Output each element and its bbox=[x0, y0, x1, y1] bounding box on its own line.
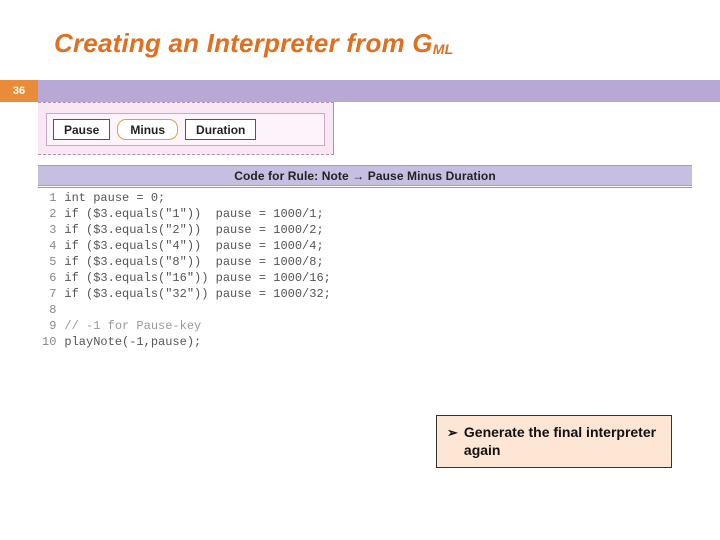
line-number: 7 bbox=[42, 286, 56, 302]
code-line: if ($3.equals("2")) pause = 1000/2; bbox=[64, 222, 330, 238]
code-lines: int pause = 0;if ($3.equals("1")) pause … bbox=[64, 188, 330, 352]
code-line: if ($3.equals("16")) pause = 1000/16; bbox=[64, 270, 330, 286]
code-line: if ($3.equals("8")) pause = 1000/8; bbox=[64, 254, 330, 270]
line-number: 10 bbox=[42, 334, 56, 350]
code-line: playNote(-1,pause); bbox=[64, 334, 330, 350]
code-line: // -1 for Pause-key bbox=[64, 318, 330, 334]
code-line: if ($3.equals("1")) pause = 1000/1; bbox=[64, 206, 330, 222]
code-line: if ($3.equals("32")) pause = 1000/32; bbox=[64, 286, 330, 302]
code-area: 12345678910 int pause = 0;if ($3.equals(… bbox=[38, 188, 692, 352]
page-number: 36 bbox=[0, 80, 38, 102]
grammar-tokens-region: Pause Minus Duration bbox=[38, 102, 334, 155]
content-area: Pause Minus Duration Code for Rule: Note… bbox=[38, 102, 692, 352]
token-duration: Duration bbox=[185, 119, 256, 140]
line-number: 1 bbox=[42, 190, 56, 206]
line-number: 3 bbox=[42, 222, 56, 238]
annotation-text: Generate the final interpreter again bbox=[464, 424, 659, 459]
line-number: 8 bbox=[42, 302, 56, 318]
title-subscript: ML bbox=[433, 41, 454, 57]
annotation-box: ➢ Generate the final interpreter again bbox=[436, 415, 672, 468]
line-number: 6 bbox=[42, 270, 56, 286]
bullet-arrow-icon: ➢ bbox=[447, 424, 458, 459]
title-main: Creating an Interpreter from G bbox=[54, 28, 433, 58]
header-strip: 36 bbox=[0, 80, 720, 102]
token-pause: Pause bbox=[53, 119, 110, 140]
header-bar bbox=[38, 80, 720, 102]
code-line: if ($3.equals("4")) pause = 1000/4; bbox=[64, 238, 330, 254]
code-line bbox=[64, 302, 330, 318]
grammar-tokens-row: Pause Minus Duration bbox=[46, 113, 325, 146]
line-number: 5 bbox=[42, 254, 56, 270]
slide-title: Creating an Interpreter from GML bbox=[54, 28, 453, 59]
code-line-numbers: 12345678910 bbox=[38, 188, 64, 352]
line-number: 2 bbox=[42, 206, 56, 222]
code-line: int pause = 0; bbox=[64, 190, 330, 206]
rule-header: Code for Rule: Note → Pause Minus Durati… bbox=[38, 165, 692, 186]
line-number: 9 bbox=[42, 318, 56, 334]
line-number: 4 bbox=[42, 238, 56, 254]
rule-header-wrap: Code for Rule: Note → Pause Minus Durati… bbox=[38, 165, 692, 188]
token-minus: Minus bbox=[117, 119, 178, 140]
